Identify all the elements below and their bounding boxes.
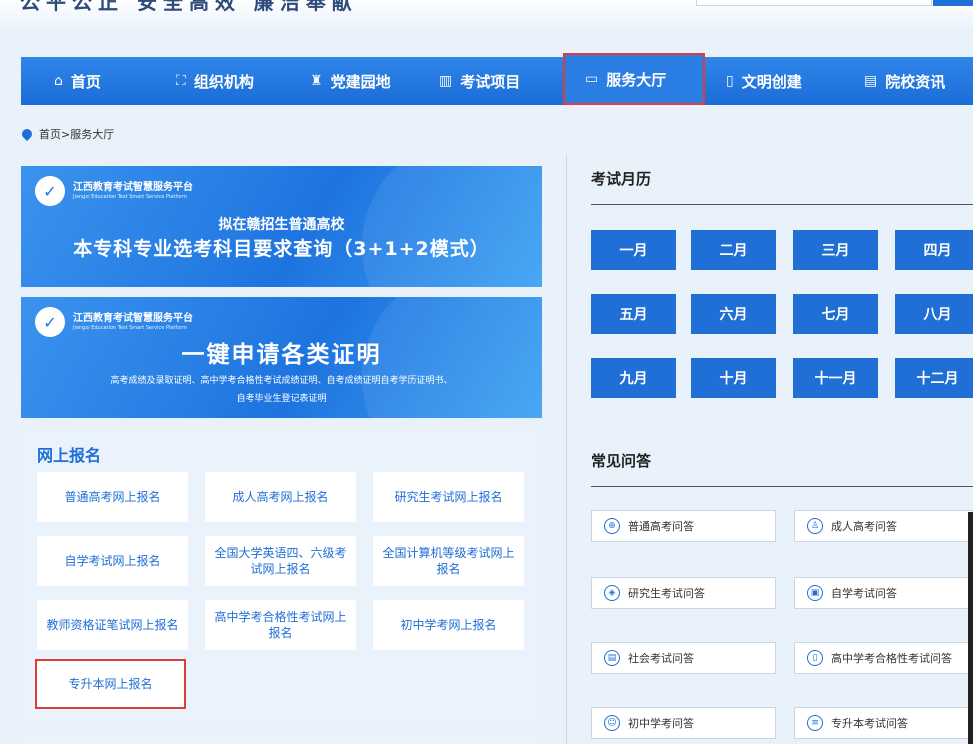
month-button[interactable]: 八月 — [895, 294, 973, 334]
registration-link[interactable]: 高中学考合格性考试网上报名 — [205, 600, 356, 650]
faq-label: 专升本考试问答 — [831, 717, 908, 730]
main-nav: ⌂ 首页 ⛶ 组织机构 ♜ 党建园地 ▥ 考试项目 ▭ 服务大厅 ▯ 文明创建 … — [21, 53, 973, 105]
nav-item-label: 服务大厅 — [606, 70, 667, 89]
faq-label: 成人高考问答 — [831, 520, 897, 533]
section-title: 常见问答 — [591, 452, 652, 470]
document-icon: ▤ — [604, 650, 620, 666]
nav-item-label: 党建园地 — [330, 72, 391, 91]
platform-logo: ✓ 江西教育考试智慧服务平台 Jiangxi Education Test Sm… — [35, 307, 193, 337]
registration-link[interactable]: 普通高考网上报名 — [37, 472, 188, 522]
list-icon: ≡ — [807, 715, 823, 731]
banner-subtitle: 拟在赣招生普通高校 — [218, 217, 345, 233]
home-icon: ⌂ — [54, 73, 63, 89]
banner-description-line2: 自考毕业生登记表证明 — [236, 394, 327, 404]
registration-link[interactable]: 自学考试网上报名 — [37, 536, 188, 586]
breadcrumb: 首页>服务大厅 — [19, 126, 114, 142]
logo-title-cn: 江西教育考试智慧服务平台 — [73, 312, 193, 324]
logo-title-en: Jiangxi Education Test Smart Service Pla… — [73, 193, 187, 200]
search-button[interactable] — [933, 0, 973, 6]
nav-item-label: 文明创建 — [741, 72, 802, 91]
divider — [591, 486, 973, 487]
logo-title-en: Jiangxi Education Test Smart Service Pla… — [73, 324, 187, 331]
faq-link[interactable]: ☺ 初中学考问答 — [591, 707, 776, 739]
faq-link[interactable]: ▣ 自学考试问答 — [794, 577, 973, 609]
month-button[interactable]: 十一月 — [793, 358, 878, 398]
faq-link[interactable]: ▤ 社会考试问答 — [591, 642, 776, 674]
faq-link[interactable]: ◈ 研究生考试问答 — [591, 577, 776, 609]
party-icon: ♜ — [310, 73, 323, 89]
self-study-icon: ▣ — [807, 585, 823, 601]
month-button[interactable]: 四月 — [895, 230, 973, 270]
person-icon: ♙ — [807, 518, 823, 534]
student-icon: ☺ — [604, 715, 620, 731]
month-button[interactable]: 一月 — [591, 230, 676, 270]
month-button[interactable]: 二月 — [691, 230, 776, 270]
faq-link[interactable]: ♙ 成人高考问答 — [794, 510, 973, 542]
faq-link[interactable]: ▯ 高中学考合格性考试问答 — [794, 642, 973, 674]
banner-description-line1: 高考成绩及录取证明、高中学考合格性考试成绩证明、自考成绩证明自考学历证明书、 — [110, 376, 453, 386]
registration-link[interactable]: 研究生考试网上报名 — [373, 472, 524, 522]
top-banner: 公平公正 安全高效 廉洁奉献 — [0, 0, 973, 56]
monitor-icon: ▯ — [726, 73, 734, 89]
next-panel — [21, 736, 542, 744]
divider — [591, 204, 973, 205]
nav-item-service-hall[interactable]: ▭ 服务大厅 — [563, 53, 705, 105]
faq-label: 高中学考合格性考试问答 — [831, 652, 952, 665]
month-button[interactable]: 七月 — [793, 294, 878, 334]
service-icon: ▭ — [585, 71, 599, 87]
nav-item-exam-projects[interactable]: ▥ 考试项目 — [439, 57, 520, 105]
platform-logo: ✓ 江西教育考试智慧服务平台 Jiangxi Education Test Sm… — [35, 176, 193, 206]
month-button[interactable]: 十月 — [691, 358, 776, 398]
checkmark-logo-icon: ✓ — [35, 307, 65, 337]
exam-icon: ⊕ — [604, 518, 620, 534]
org-chart-icon: ⛶ — [176, 73, 186, 89]
banner-certificates[interactable]: ✓ 江西教育考试智慧服务平台 Jiangxi Education Test Sm… — [21, 297, 542, 418]
checkmark-logo-icon: ✓ — [35, 176, 65, 206]
logo-title-cn: 江西教育考试智慧服务平台 — [73, 181, 193, 193]
registration-link[interactable]: 成人高考网上报名 — [205, 472, 356, 522]
nav-item-label: 组织机构 — [193, 72, 254, 91]
month-button[interactable]: 九月 — [591, 358, 676, 398]
book-icon: ▥ — [439, 73, 453, 89]
registration-link-upgrade[interactable]: 专升本网上报名 — [35, 659, 186, 709]
faq-label: 研究生考试问答 — [628, 587, 705, 600]
faq-label: 自学考试问答 — [831, 587, 897, 600]
nav-item-label: 首页 — [70, 72, 101, 91]
site-slogan: 公平公正 安全高效 廉洁奉献 — [20, 0, 358, 14]
graduate-cap-icon: ◈ — [604, 585, 620, 601]
section-title: 网上报名 — [37, 446, 102, 465]
scrollbar[interactable] — [968, 512, 973, 744]
faq-link[interactable]: ⊕ 普通高考问答 — [591, 510, 776, 542]
faq-label: 普通高考问答 — [628, 520, 694, 533]
nav-item-party-building[interactable]: ♜ 党建园地 — [310, 57, 391, 105]
registration-link[interactable]: 教师资格证笔试网上报名 — [37, 600, 188, 650]
section-title: 考试月历 — [591, 170, 652, 188]
month-button[interactable]: 五月 — [591, 294, 676, 334]
registration-link[interactable]: 全国大学英语四、六级考试网上报名 — [205, 536, 356, 586]
month-button[interactable]: 三月 — [793, 230, 878, 270]
online-registration-panel: 网上报名 普通高考网上报名 成人高考网上报名 研究生考试网上报名 自学考试网上报… — [21, 432, 542, 726]
banner-title: 本专科专业选考科目要求查询（3+1+2模式） — [73, 238, 490, 260]
location-pin-icon — [19, 126, 35, 142]
registration-link[interactable]: 全国计算机等级考试网上报名 — [373, 536, 524, 586]
nav-item-civilization[interactable]: ▯ 文明创建 — [726, 57, 802, 105]
faq-label: 社会考试问答 — [628, 652, 694, 665]
news-icon: ▤ — [864, 73, 878, 89]
registration-link[interactable]: 初中学考网上报名 — [373, 600, 524, 650]
nav-item-label: 考试项目 — [460, 72, 521, 91]
banner-title: 一键申请各类证明 — [181, 342, 382, 368]
nav-item-label: 院校资讯 — [885, 72, 946, 91]
search-input[interactable] — [696, 0, 932, 6]
month-button[interactable]: 十二月 — [895, 358, 973, 398]
banner-major-requirements[interactable]: ✓ 江西教育考试智慧服务平台 Jiangxi Education Test Sm… — [21, 166, 542, 287]
nav-item-school-news[interactable]: ▤ 院校资讯 — [864, 57, 945, 105]
faq-label: 初中学考问答 — [628, 717, 694, 730]
phone-icon: ▯ — [807, 650, 823, 666]
faq-link[interactable]: ≡ 专升本考试问答 — [794, 707, 973, 739]
breadcrumb-text[interactable]: 首页>服务大厅 — [39, 126, 114, 142]
nav-item-organization[interactable]: ⛶ 组织机构 — [176, 57, 254, 105]
month-button[interactable]: 六月 — [691, 294, 776, 334]
column-divider — [566, 155, 567, 744]
nav-item-home[interactable]: ⌂ 首页 — [54, 57, 101, 105]
